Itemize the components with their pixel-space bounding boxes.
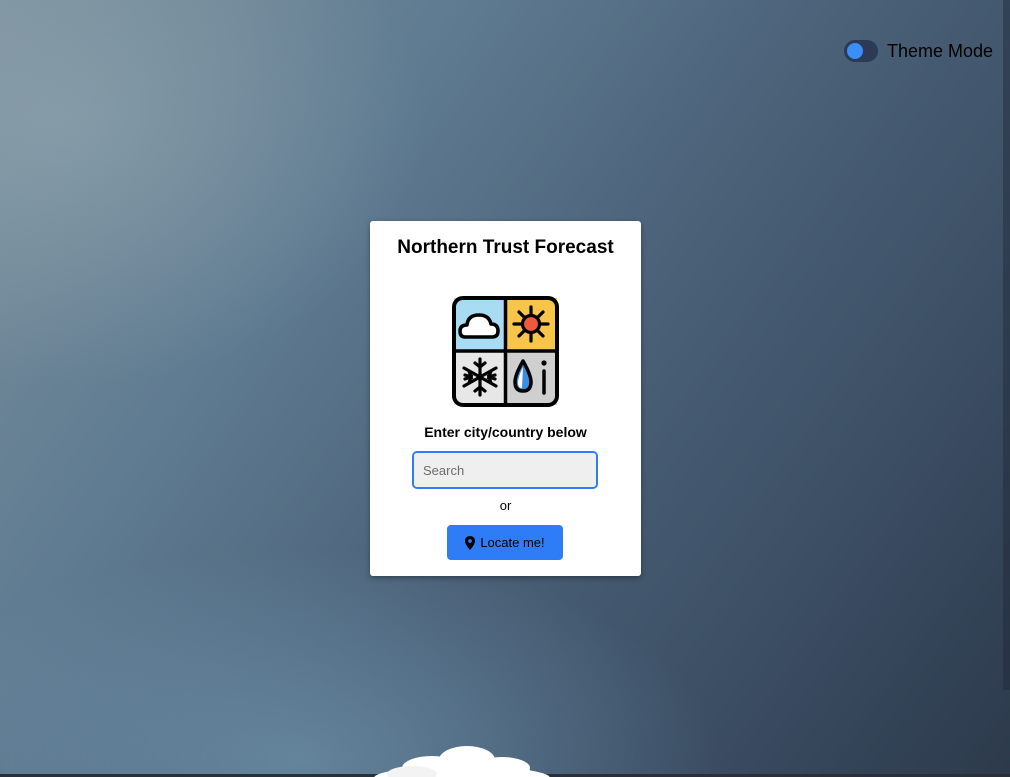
search-input[interactable]	[414, 453, 596, 487]
cloud-image	[374, 746, 550, 777]
search-card: Northern Trust Forecast Enter city/count…	[370, 221, 641, 576]
page-title: Northern Trust Forecast	[397, 237, 614, 258]
search-prompt: Enter city/country below	[424, 424, 587, 440]
or-separator: or	[499, 498, 512, 513]
page-edge	[1003, 0, 1010, 690]
theme-switch-knob	[847, 43, 863, 59]
search-bar	[412, 451, 598, 489]
theme-switch[interactable]	[844, 40, 878, 62]
theme-mode-label: Theme Mode	[887, 40, 994, 61]
theme-toggle[interactable]: Theme Mode	[844, 40, 993, 62]
locate-me-button[interactable]: Locate me!	[447, 525, 563, 560]
locate-me-label: Locate me!	[480, 535, 545, 550]
map-pin-icon	[465, 535, 476, 550]
weather-grid-icon	[452, 296, 559, 407]
